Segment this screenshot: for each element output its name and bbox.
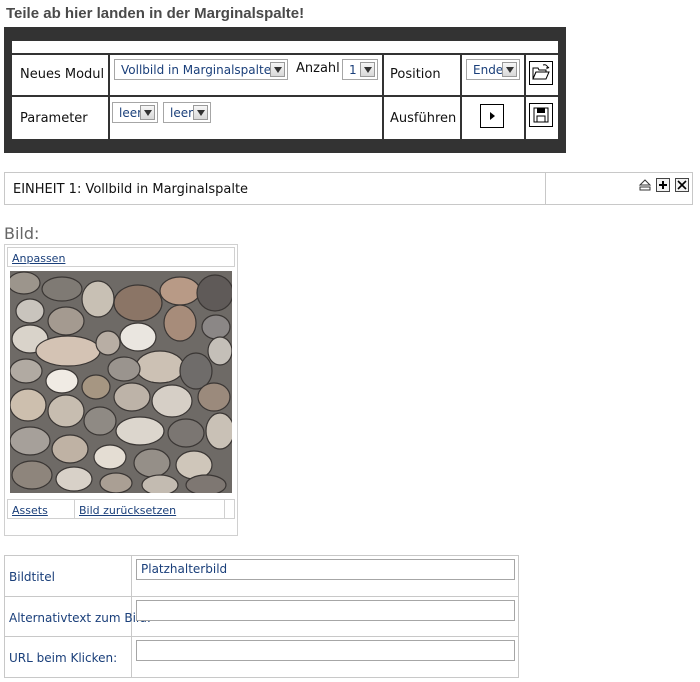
open-folder-icon <box>532 64 550 80</box>
footer-divider <box>74 500 75 518</box>
param2-value: leer <box>170 106 194 120</box>
chevron-down-icon <box>360 62 375 77</box>
ausfuehren-cell: Ausführen <box>384 97 460 139</box>
position-label: Position <box>390 67 441 82</box>
move-up-icon <box>638 179 652 191</box>
open-cell <box>526 55 558 95</box>
execute-button[interactable] <box>480 104 504 128</box>
param1-select[interactable]: leer <box>112 102 158 123</box>
unit-divider <box>545 173 546 204</box>
module-select-cell: Vollbild in Marginalspalte Anzahl 1 <box>110 55 382 95</box>
module-select-value: Vollbild in Marginalspalte <box>121 63 272 77</box>
parameter-cell: Parameter <box>12 97 108 139</box>
bild-label: Bild: <box>4 224 40 243</box>
placeholder-image <box>10 271 232 493</box>
ausfuehren-label: Ausführen <box>390 111 457 126</box>
image-properties-form: Bildtitel Platzhalterbild Alternativtext… <box>4 555 519 678</box>
module-select[interactable]: Vollbild in Marginalspalte <box>114 59 288 80</box>
add-unit-button[interactable] <box>656 178 670 192</box>
form-row-divider <box>5 636 518 637</box>
position-select-cell: Ende <box>462 55 524 95</box>
open-button[interactable] <box>529 61 553 85</box>
plus-icon <box>659 181 667 189</box>
save-disk-icon <box>533 107 549 123</box>
chevron-down-icon <box>270 62 285 77</box>
anzahl-label: Anzahl <box>296 61 340 76</box>
position-select[interactable]: Ende <box>466 59 520 80</box>
image-widget-header: Anpassen <box>7 247 235 267</box>
close-icon <box>677 180 687 190</box>
play-icon <box>490 112 495 120</box>
parameter-select-cell: leer leer <box>110 97 382 139</box>
move-up-button[interactable] <box>638 178 652 192</box>
anzahl-value: 1 <box>349 63 357 77</box>
position-value: Ende <box>473 63 504 77</box>
param2-select[interactable]: leer <box>163 102 211 123</box>
module-panel: Neues Modul Vollbild in Marginalspalte A… <box>4 27 566 153</box>
save-button[interactable] <box>529 103 553 127</box>
neues-modul-cell: Neues Modul <box>12 55 108 95</box>
alternativtext-input[interactable] <box>136 600 515 621</box>
reset-image-link[interactable]: Bild zurücksetzen <box>79 504 176 517</box>
chevron-down-icon <box>193 105 208 120</box>
param1-value: leer <box>119 106 143 120</box>
url-input[interactable] <box>136 640 515 661</box>
form-row-divider <box>5 596 518 597</box>
chevron-down-icon <box>140 105 155 120</box>
image-widget: Anpassen Assets Bild zurücksetzen <box>4 244 238 536</box>
footer-divider <box>224 500 225 518</box>
url-label: URL beim Klicken: <box>9 651 118 665</box>
alternativtext-label: Alternativtext zum Bild: <box>9 611 151 625</box>
panel-spacer <box>12 41 558 53</box>
page-heading: Teile ab hier landen in der Marginalspal… <box>6 5 305 22</box>
chevron-down-icon <box>502 62 517 77</box>
position-cell: Position <box>384 55 460 95</box>
assets-link[interactable]: Assets <box>12 504 48 517</box>
image-widget-footer: Assets Bild zurücksetzen <box>7 499 235 519</box>
remove-unit-button[interactable] <box>675 178 689 192</box>
unit-bar: EINHEIT 1: Vollbild in Marginalspalte <box>4 172 693 205</box>
unit-title: EINHEIT 1: Vollbild in Marginalspalte <box>13 182 249 197</box>
parameter-label: Parameter <box>20 111 88 126</box>
anzahl-select[interactable]: 1 <box>342 59 378 80</box>
bildtitel-label: Bildtitel <box>9 570 55 584</box>
neues-modul-label: Neues Modul <box>20 67 105 82</box>
anpassen-link[interactable]: Anpassen <box>12 252 65 265</box>
save-cell <box>526 97 558 139</box>
execute-cell <box>462 97 524 139</box>
bildtitel-input[interactable]: Platzhalterbild <box>136 559 515 580</box>
